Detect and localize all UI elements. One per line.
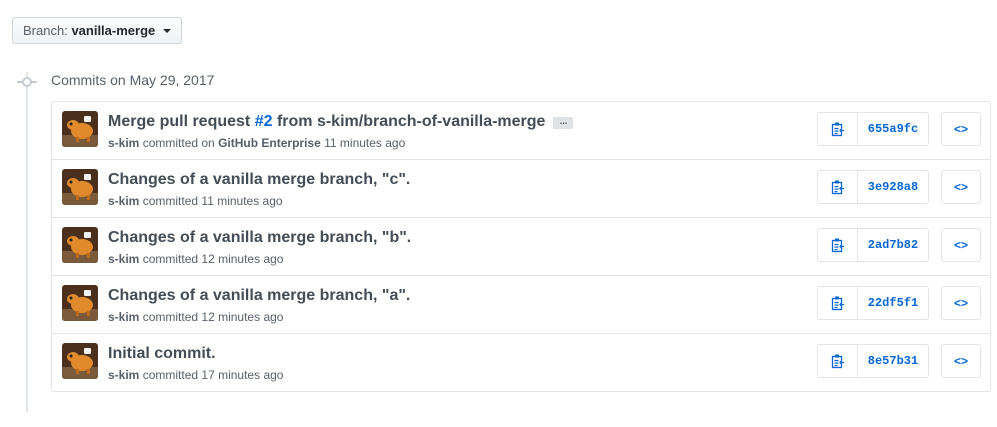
commit-action: committed [142,310,199,324]
code-icon: <> [953,180,968,194]
commit-time: 11 minutes ago [324,136,406,150]
clipboard-icon [831,354,844,369]
commit-row: Initial commit. s-kim committed 17 minut… [52,333,990,391]
pull-request-link[interactable]: #2 [255,113,273,130]
commit-meta: s-kim committed 12 minutes ago [108,310,283,324]
commit-title[interactable]: Merge pull request [108,113,255,130]
commit-sha-group: 2ad7b82 [817,228,929,262]
browse-repository-button[interactable]: <> [941,170,981,204]
commit-meta: s-kim committed on GitHub Enterprise 11 … [108,136,405,150]
commit-sha-link[interactable]: 2ad7b82 [858,229,928,261]
caret-down-icon [162,29,171,33]
timeline-node-icon [22,77,32,87]
author-link[interactable]: s-kim [108,252,139,266]
code-icon: <> [953,238,968,252]
commit-meta: s-kim committed 11 minutes ago [108,194,283,208]
commit-action: committed [142,252,199,266]
commit-time: 12 minutes ago [201,310,284,324]
timeline-line [26,72,28,412]
commit-action: committed [142,368,199,382]
author-link[interactable]: s-kim [108,194,139,208]
code-icon: <> [953,122,968,136]
clipboard-icon [831,180,844,195]
commit-message[interactable]: Changes of a vanilla merge branch, "a". [108,287,410,305]
commit-message[interactable]: Changes of a vanilla merge branch, "b". [108,229,411,247]
avatar[interactable] [62,111,98,147]
commit-action: committed [142,194,199,208]
branch-name: vanilla-merge [71,23,156,38]
commit-title[interactable]: Changes of a vanilla merge branch, "a". [108,287,410,304]
commit-sha-link[interactable]: 8e57b31 [858,345,928,377]
branch-select-button[interactable]: Branch: vanilla-merge [12,17,182,44]
commit-sha-group: 3e928a8 [817,170,929,204]
copy-sha-button[interactable] [818,229,858,261]
commit-sha-group: 655a9fc [817,112,929,146]
commit-title[interactable]: Changes of a vanilla merge branch, "c". [108,171,410,188]
copy-sha-button[interactable] [818,113,858,145]
avatar[interactable] [62,285,98,321]
commit-meta: s-kim committed 12 minutes ago [108,252,283,266]
copy-sha-button[interactable] [818,287,858,319]
author-link[interactable]: s-kim [108,368,139,382]
avatar[interactable] [62,343,98,379]
avatar[interactable] [62,169,98,205]
commit-sha-link[interactable]: 3e928a8 [858,171,928,203]
author-link[interactable]: s-kim [108,310,139,324]
commit-message[interactable]: Initial commit. [108,345,216,363]
commit-row: Merge pull request #2 from s-kim/branch-… [52,102,990,159]
commit-sha-group: 22df5f1 [817,286,929,320]
browse-repository-button[interactable]: <> [941,228,981,262]
commit-sha-group: 8e57b31 [817,344,929,378]
code-icon: <> [953,354,968,368]
clipboard-icon [831,296,844,311]
commit-time: 11 minutes ago [201,194,283,208]
commit-list: Merge pull request #2 from s-kim/branch-… [51,101,991,392]
browse-repository-button[interactable]: <> [941,112,981,146]
branch-prefix: Branch: [23,23,68,38]
clipboard-icon [831,238,844,253]
avatar[interactable] [62,227,98,263]
commit-row: Changes of a vanilla merge branch, "a". … [52,275,990,333]
commit-message[interactable]: Merge pull request #2 from s-kim/branch-… [108,113,574,131]
commit-meta: s-kim committed 17 minutes ago [108,368,283,382]
commit-action: committed on [142,136,215,150]
ellipsis-icon[interactable]: ... [553,117,574,129]
browse-repository-button[interactable]: <> [941,286,981,320]
commit-message[interactable]: Changes of a vanilla merge branch, "c". [108,171,410,189]
clipboard-icon [831,122,844,137]
commit-time: 12 minutes ago [201,252,284,266]
commit-sha-link[interactable]: 655a9fc [858,113,928,145]
committer-via: GitHub Enterprise [218,136,321,150]
code-icon: <> [953,296,968,310]
copy-sha-button[interactable] [818,171,858,203]
commit-row: Changes of a vanilla merge branch, "c". … [52,159,990,217]
commit-time: 17 minutes ago [201,368,284,382]
commit-group-title: Commits on May 29, 2017 [51,72,215,88]
commit-title[interactable]: Initial commit. [108,345,216,362]
commit-row: Changes of a vanilla merge branch, "b". … [52,217,990,275]
commit-title[interactable]: Changes of a vanilla merge branch, "b". [108,229,411,246]
commit-sha-link[interactable]: 22df5f1 [858,287,928,319]
commit-title-rest[interactable]: from s-kim/branch-of-vanilla-merge [273,113,546,130]
browse-repository-button[interactable]: <> [941,344,981,378]
copy-sha-button[interactable] [818,345,858,377]
author-link[interactable]: s-kim [108,136,139,150]
